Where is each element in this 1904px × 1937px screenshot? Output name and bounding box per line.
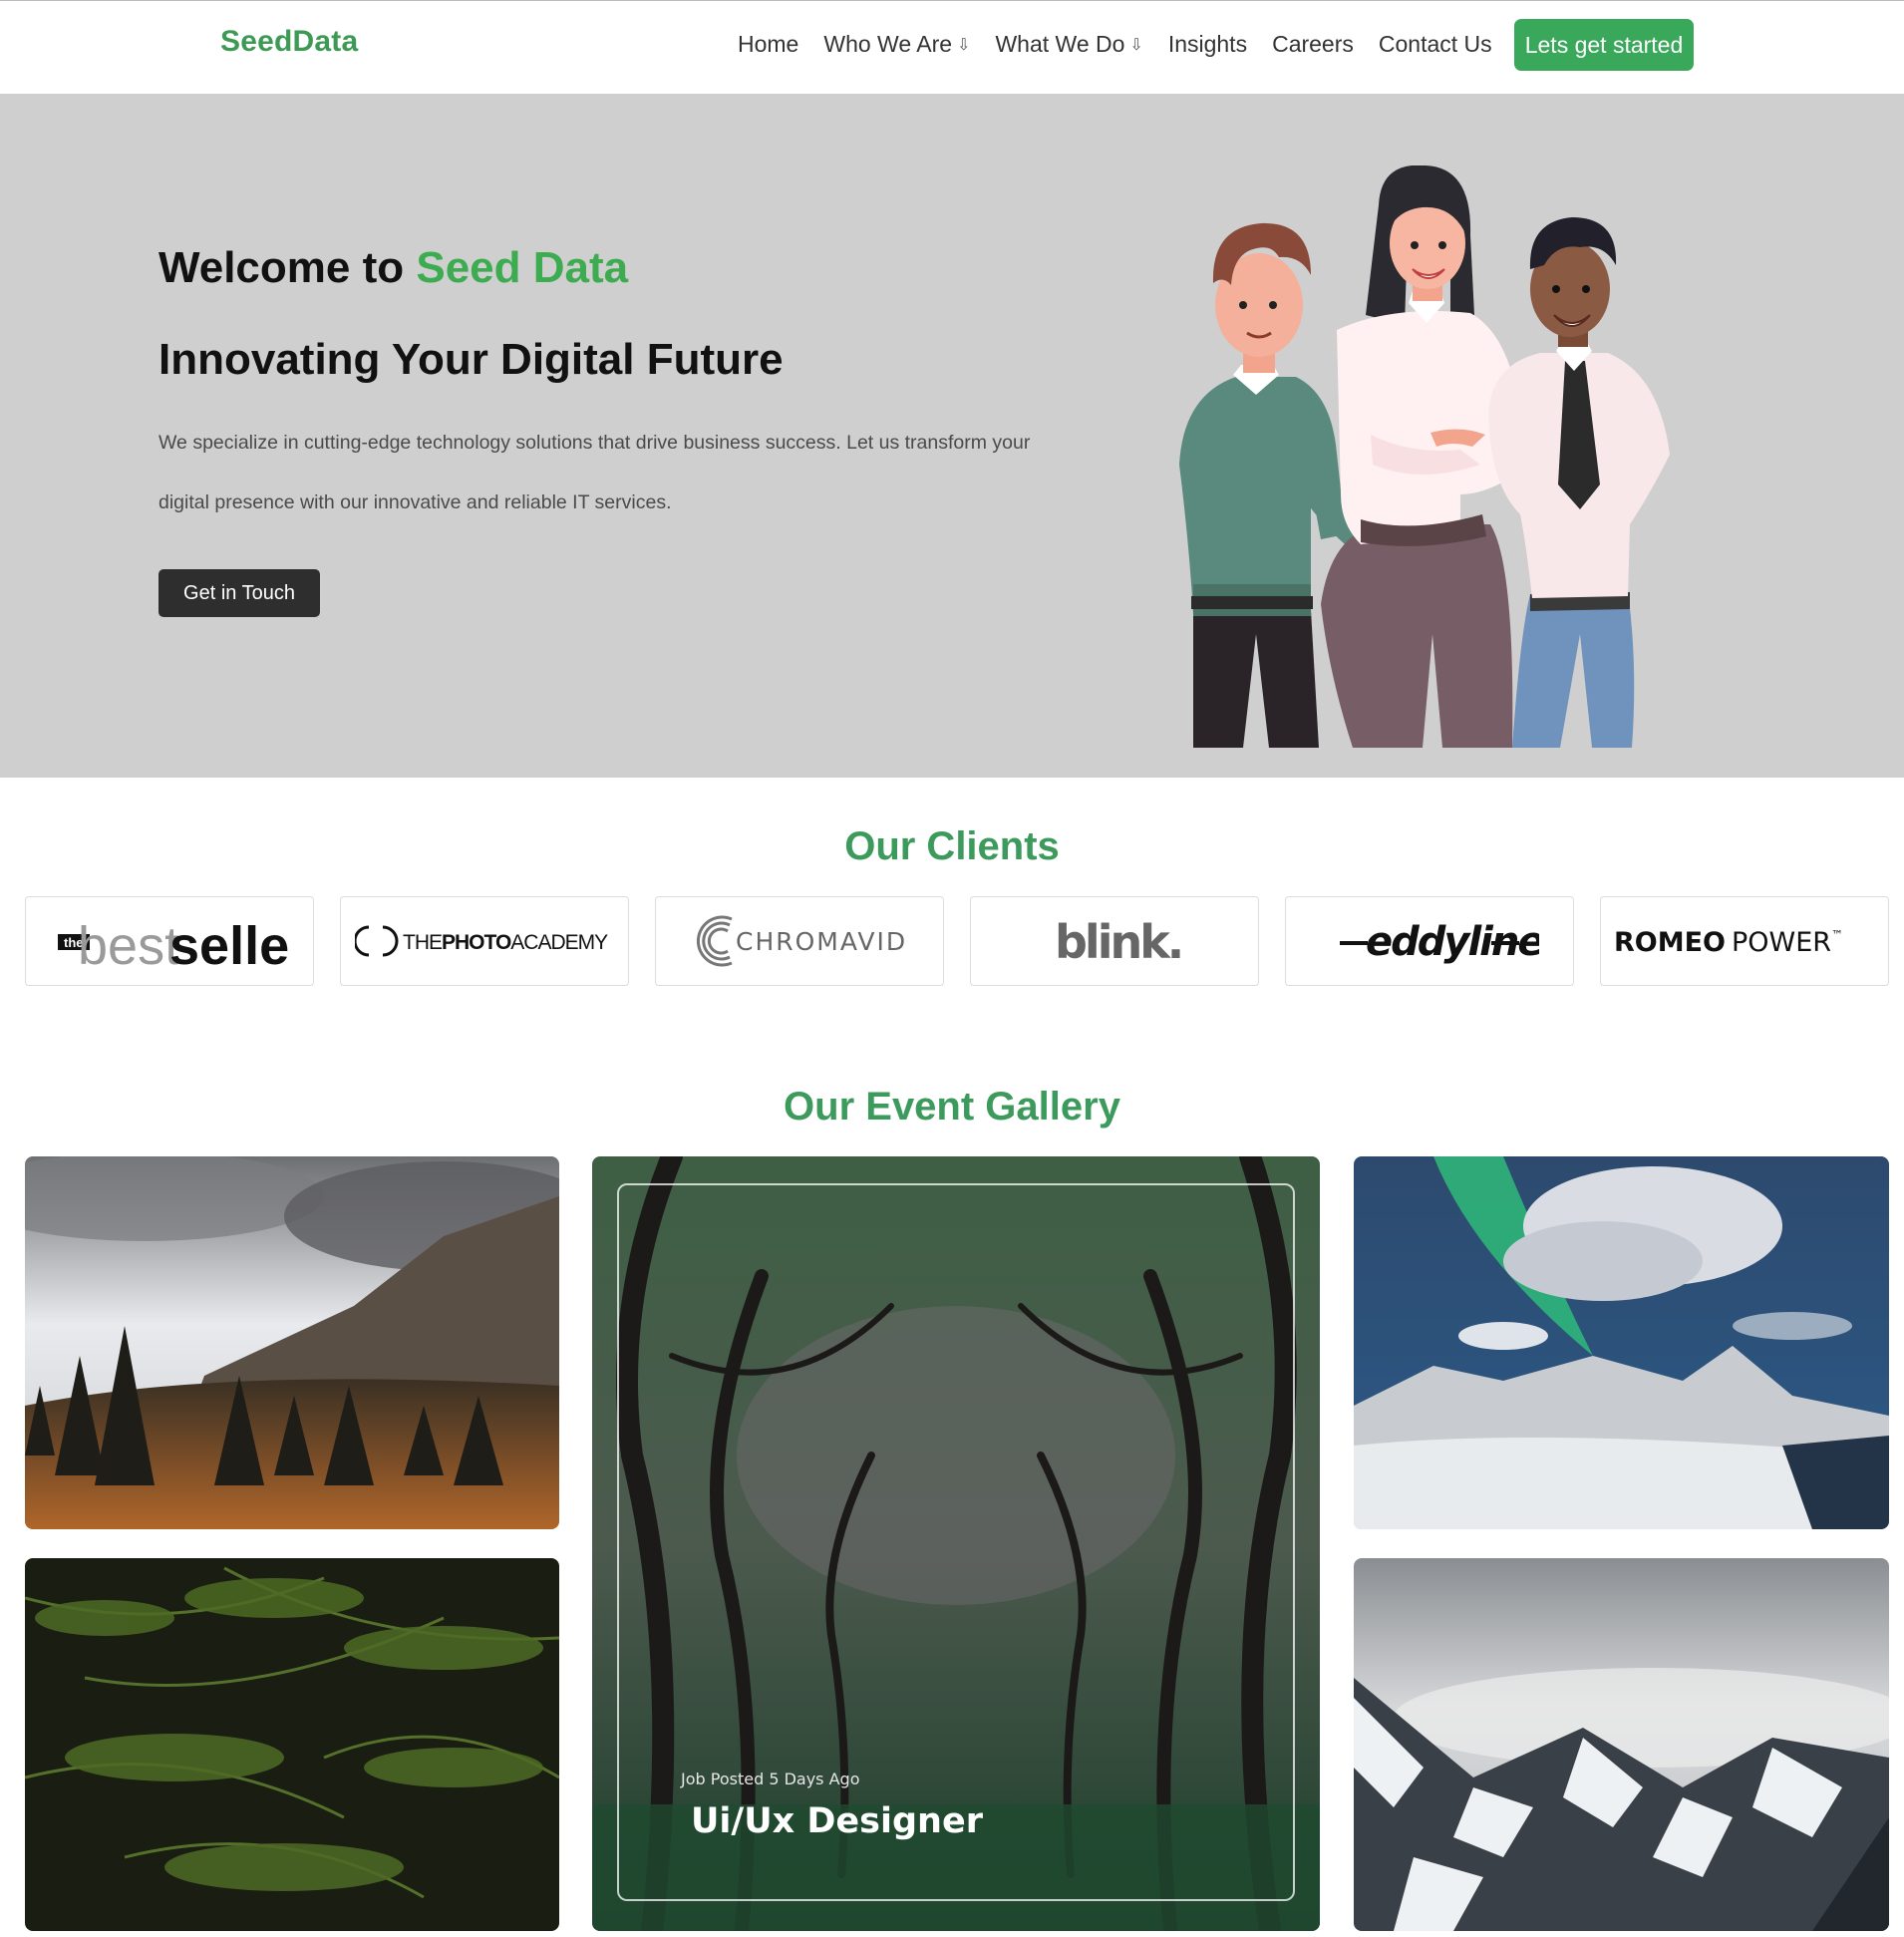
eddyline-logo: eddyline <box>1340 919 1539 965</box>
gallery-image-aurora[interactable] <box>1354 1156 1889 1529</box>
nav-who-we-are-link[interactable]: Who We Are ⇩ <box>823 31 970 58</box>
client-logo-blink: blink. <box>970 896 1259 986</box>
nav-who-we-are-label: Who We Are <box>823 31 953 57</box>
navbar: SeedData Home Who We Are ⇩ What We Do ⇩ In… <box>0 0 1904 94</box>
gallery-image-job-card[interactable]: Job Posted 5 Days Ago Ui/Ux Designer <box>592 1156 1320 1931</box>
eddyline-text: eddyline <box>1366 919 1539 965</box>
gallery-image-snowy-mountains[interactable] <box>1354 1558 1889 1931</box>
forest-mountain-photo <box>25 1156 559 1529</box>
aurora-photo <box>1354 1156 1889 1529</box>
main-nav: Home Who We Are ⇩ What We Do ⇩ Insights Ca… <box>738 31 1517 58</box>
hero-description: We specialize in cutting-edge technology… <box>159 432 1031 513</box>
romeo-power-logo: ROMEO POWER™ <box>1614 927 1843 958</box>
nav-what-we-do-link[interactable]: What We Do ⇩ <box>995 31 1142 58</box>
nav-contact-link[interactable]: Contact Us <box>1379 31 1492 58</box>
photo-academy-part1: THE <box>403 931 443 954</box>
clients-title: Our Clients <box>844 824 1060 868</box>
hero-title-prefix: Welcome to <box>159 243 417 292</box>
nav-home-link[interactable]: Home <box>738 31 798 58</box>
chevron-down-icon: ⇩ <box>1129 36 1143 54</box>
client-logo-romeo-power: ROMEO POWER™ <box>1600 896 1889 986</box>
nav-careers-label: Careers <box>1272 31 1354 57</box>
hero-section: Welcome to Seed Data Innovating Your Dig… <box>0 94 1904 778</box>
nav-what-we-do-label: What We Do <box>995 31 1125 57</box>
brand-logo[interactable]: SeedData <box>220 25 358 59</box>
gallery-title: Our Event Gallery <box>784 1085 1120 1129</box>
photo-academy-logo: THEPHOTOACADEMY <box>355 925 609 957</box>
svg-text:THEPHOTOACADEMY: THEPHOTOACADEMY <box>403 931 608 954</box>
blink-text: blink. <box>1055 915 1181 969</box>
lets-get-started-button[interactable]: Lets get started <box>1514 19 1694 71</box>
ferns-photo <box>25 1558 559 1931</box>
job-posted-meta: Job Posted 5 Days Ago <box>681 1770 860 1788</box>
nav-home-label: Home <box>738 31 799 57</box>
nav-careers-link[interactable]: Careers <box>1272 31 1354 58</box>
client-logo-eddyline: eddyline <box>1285 896 1574 986</box>
hero-title: Welcome to Seed Data <box>159 243 628 293</box>
photo-academy-part2: PHOTO <box>442 931 511 954</box>
team-illustration <box>1179 165 1670 748</box>
nav-insights-label: Insights <box>1167 31 1248 57</box>
romeo-tm: ™ <box>1831 928 1843 942</box>
gallery-image-ferns[interactable] <box>25 1558 559 1931</box>
client-logo-photo-academy: THEPHOTOACADEMY <box>340 896 629 986</box>
client-logo-chromavid: CHROMAVID <box>655 896 944 986</box>
bestseller-part1: best <box>78 916 179 976</box>
photo-academy-part3: ACADEMY <box>510 931 608 954</box>
man-with-tie <box>1488 217 1670 748</box>
bestseller-logo: the best seller <box>58 916 289 976</box>
chromavid-text: CHROMAVID <box>736 927 907 956</box>
nav-insights-link[interactable]: Insights <box>1168 31 1247 58</box>
hero-title-accent: Seed Data <box>416 243 629 292</box>
nav-contact-label: Contact Us <box>1378 31 1492 57</box>
chevron-down-icon: ⇩ <box>957 36 971 54</box>
snowy-mountains-photo <box>1354 1558 1889 1931</box>
romeo-part1: ROMEO <box>1614 927 1726 958</box>
svg-text:ROMEOPOWER™: ROMEO POWER™ <box>1614 927 1843 958</box>
job-title[interactable]: Ui/Ux Designer <box>691 1801 983 1841</box>
bestseller-part2: seller <box>169 916 289 976</box>
chromavid-logo: CHROMAVID <box>696 915 907 967</box>
get-in-touch-button[interactable]: Get in Touch <box>159 569 320 617</box>
client-logo-bestseller: the best seller <box>25 896 314 986</box>
gallery-image-forest-mountain[interactable] <box>25 1156 559 1529</box>
romeo-part2: POWER <box>1732 927 1831 958</box>
job-card-frame <box>617 1183 1295 1901</box>
blink-logo: blink. <box>1055 915 1184 969</box>
clients-logos: the best seller THEPHOTOACADEMY CHROMAVI… <box>25 896 1889 986</box>
hero-subtitle: Innovating Your Digital Future <box>159 335 784 384</box>
